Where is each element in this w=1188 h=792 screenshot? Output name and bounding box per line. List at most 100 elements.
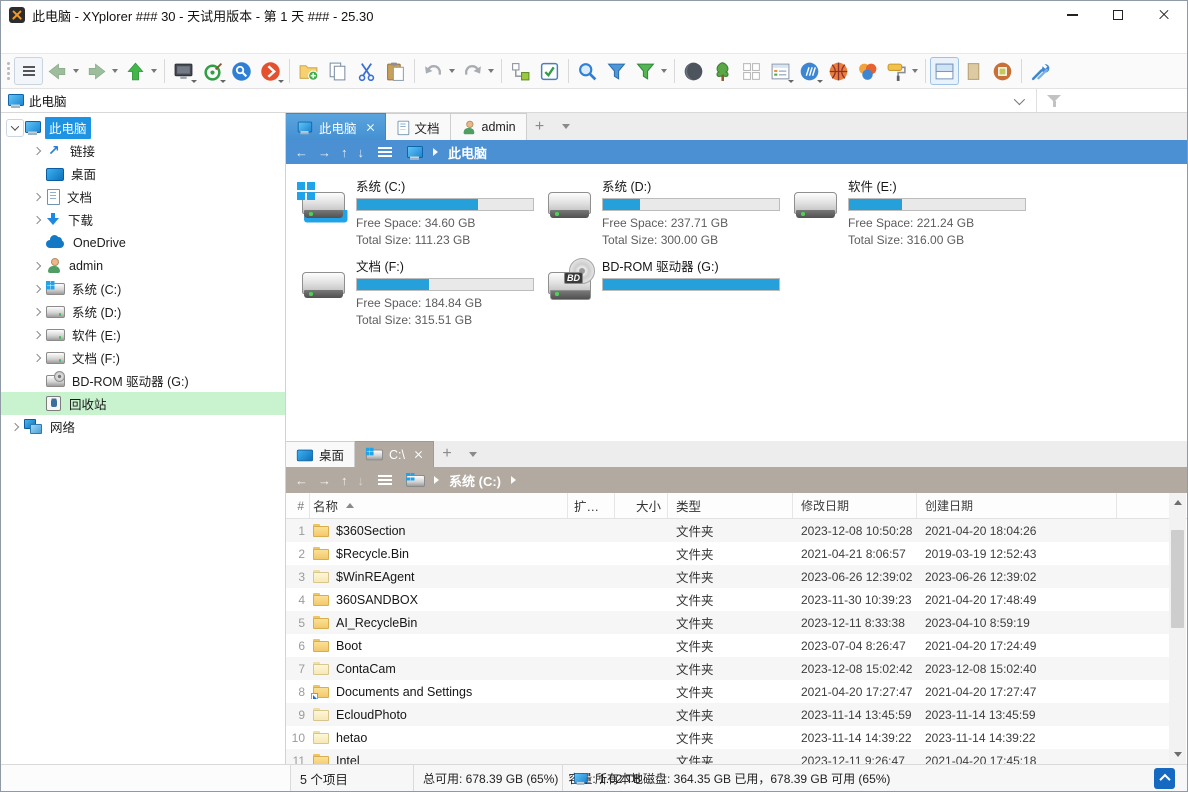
column-header-type[interactable]: 类型 <box>668 493 793 518</box>
nav-down-icon[interactable] <box>358 146 365 159</box>
address-filter-icon[interactable] <box>1047 94 1061 108</box>
breadcrumb-menu-icon[interactable] <box>378 147 392 157</box>
nav-up-icon[interactable] <box>341 146 348 159</box>
menu-item[interactable] <box>23 39 41 43</box>
tab-list-dropdown-icon[interactable] <box>460 441 486 467</box>
back-button[interactable] <box>43 57 72 85</box>
menu-item[interactable] <box>113 39 131 43</box>
breadcrumb-separator-icon[interactable] <box>511 476 516 484</box>
status-panel-toggle-button[interactable] <box>1154 768 1175 789</box>
up-dropdown-icon[interactable] <box>151 69 157 73</box>
search-circle-button[interactable] <box>227 57 256 85</box>
checkbox-mode-button[interactable] <box>535 57 564 85</box>
expander-icon[interactable] <box>28 280 46 298</box>
maximize-button[interactable] <box>1095 1 1141 29</box>
file-name-cell[interactable]: Intel <box>310 754 568 765</box>
menu-item[interactable] <box>131 39 149 43</box>
expander-icon[interactable] <box>28 234 46 252</box>
expander-icon[interactable] <box>6 418 24 436</box>
split-horizontal-button[interactable] <box>930 57 959 85</box>
filter-blue-button[interactable] <box>602 57 631 85</box>
nav-up-icon[interactable] <box>341 474 348 487</box>
table-row[interactable]: 3 $WinREAgent 文件夹 2023-06-26 12:39:02 20… <box>286 565 1169 588</box>
undo-button[interactable] <box>419 57 448 85</box>
menu-item[interactable] <box>167 39 185 43</box>
find-button[interactable] <box>573 57 602 85</box>
cut-button[interactable] <box>352 57 381 85</box>
column-header-name[interactable]: 名称 <box>310 493 568 518</box>
table-row[interactable]: 4 360SANDBOX 文件夹 2023-11-30 10:39:23 202… <box>286 588 1169 611</box>
file-name-cell[interactable]: 360SANDBOX <box>310 593 568 607</box>
tab-close-icon[interactable] <box>414 450 423 459</box>
breadcrumb-separator-icon[interactable] <box>433 148 438 156</box>
nav-forward-icon[interactable] <box>318 474 331 487</box>
drive-name[interactable]: BD-ROM 驱动器 (G:) <box>602 256 780 275</box>
drive-name[interactable]: 文档 (F:) <box>356 256 534 275</box>
address-value[interactable]: 此电脑 <box>29 91 67 110</box>
expander-icon[interactable] <box>28 257 46 275</box>
address-bar[interactable]: 此电脑 <box>1 89 1187 113</box>
tree-item[interactable]: 系统 (D:) <box>1 300 285 323</box>
column-header-created[interactable]: 创建日期 <box>917 493 1117 518</box>
expander-icon[interactable] <box>28 372 46 390</box>
expander-icon[interactable] <box>28 349 46 367</box>
address-dropdown-icon[interactable] <box>1014 93 1025 104</box>
tree-item[interactable]: BD-ROM 驱动器 (G:) <box>1 369 285 392</box>
file-name-cell[interactable]: Boot <box>310 639 568 653</box>
tree-item[interactable]: OneDrive <box>1 231 285 254</box>
drive-name[interactable]: 系统 (D:) <box>602 176 780 195</box>
tree-item[interactable]: 系统 (C:) <box>1 277 285 300</box>
nav-back-icon[interactable] <box>295 474 308 487</box>
tab-list-dropdown-icon[interactable] <box>553 113 579 140</box>
pane-tab[interactable]: 桌面 <box>286 441 355 467</box>
breadcrumb-location[interactable]: 系统 (C:) <box>449 471 501 490</box>
filter-dropdown-icon[interactable] <box>661 69 667 73</box>
scroll-up-icon[interactable] <box>1169 493 1186 512</box>
filter-green-button[interactable] <box>631 57 660 85</box>
menu-toggle-button[interactable] <box>14 57 43 85</box>
toolbar-grip[interactable] <box>4 59 12 83</box>
nav-back-icon[interactable] <box>295 146 308 159</box>
menu-item[interactable] <box>203 39 221 43</box>
drive-tile[interactable]: BD-ROM 驱动器 (G:) <box>545 254 791 334</box>
file-name-cell[interactable]: $360Section <box>310 524 568 538</box>
new-folder-button[interactable] <box>294 57 323 85</box>
undo-dropdown-icon[interactable] <box>449 69 455 73</box>
file-name-cell[interactable]: $Recycle.Bin <box>310 547 568 561</box>
drive-tile[interactable]: 文档 (F:) Free Space: 184.84 GB Total Size… <box>299 254 545 334</box>
table-row[interactable]: 5 AI_RecycleBin 文件夹 2023-12-11 8:33:38 2… <box>286 611 1169 634</box>
go-button[interactable] <box>256 57 285 85</box>
forward-dropdown-icon[interactable] <box>112 69 118 73</box>
expander-icon[interactable] <box>28 303 46 321</box>
scrollbar-track[interactable] <box>1169 512 1186 745</box>
menu-item[interactable] <box>59 39 77 43</box>
breadcrumb-location-icon[interactable] <box>406 145 423 160</box>
expander-icon[interactable] <box>28 395 46 413</box>
monitor-button[interactable] <box>169 57 198 85</box>
file-name-cell[interactable]: hetao <box>310 731 568 745</box>
table-row[interactable]: 6 Boot 文件夹 2023-07-04 8:26:47 2021-04-20… <box>286 634 1169 657</box>
drive-name[interactable]: 系统 (C:) <box>356 176 534 195</box>
tree-button[interactable] <box>708 57 737 85</box>
tree-item[interactable]: 下载 <box>1 208 285 231</box>
new-tab-button[interactable] <box>434 441 460 467</box>
drive-tile[interactable]: 系统 (C:) Free Space: 34.60 GB Total Size:… <box>299 174 545 254</box>
table-row[interactable]: 10 hetao 文件夹 2023-11-14 14:39:22 2023-11… <box>286 726 1169 749</box>
vertical-scrollbar[interactable] <box>1169 493 1186 764</box>
back-dropdown-icon[interactable] <box>73 69 79 73</box>
copy-button[interactable] <box>323 57 352 85</box>
expander-icon[interactable] <box>28 211 46 229</box>
table-row[interactable]: 9 EcloudPhoto 文件夹 2023-11-14 13:45:59 20… <box>286 703 1169 726</box>
breadcrumb-menu-icon[interactable] <box>378 475 392 485</box>
expander-icon[interactable] <box>6 119 24 137</box>
breadcrumb-location-icon[interactable] <box>406 474 424 487</box>
pane-tab[interactable]: admin <box>451 113 527 140</box>
paste-button[interactable] <box>381 57 410 85</box>
drive-tile[interactable]: 软件 (E:) Free Space: 221.24 GB Total Size… <box>791 174 1037 254</box>
redo-dropdown-icon[interactable] <box>488 69 494 73</box>
nav-down-icon[interactable] <box>358 474 365 487</box>
scrollbar-thumb[interactable] <box>1171 530 1184 628</box>
expander-icon[interactable] <box>28 188 46 206</box>
column-header-size[interactable]: 大小 <box>615 493 668 518</box>
tree-item[interactable]: 此电脑 <box>1 116 285 139</box>
